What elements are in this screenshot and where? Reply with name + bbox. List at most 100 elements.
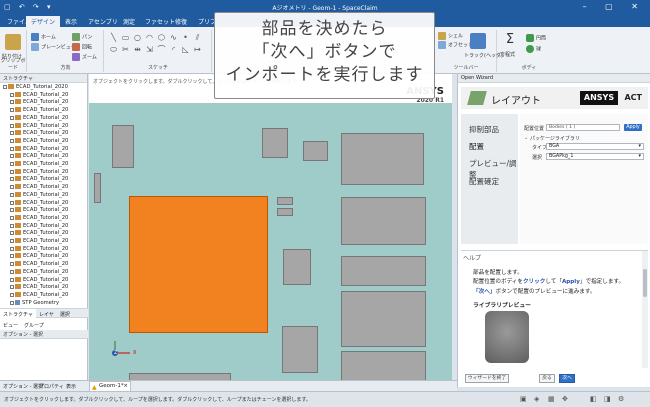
select-mode-icon[interactable]: ▣: [520, 395, 527, 403]
visibility-checkbox[interactable]: [10, 277, 14, 282]
tab-repair[interactable]: 修復: [170, 16, 192, 27]
window-controls[interactable]: – ▢ ✕: [583, 2, 646, 11]
tab-design[interactable]: デザイン: [26, 16, 61, 27]
equation-icon[interactable]: Σ: [503, 33, 517, 47]
tree-item[interactable]: ECAD_Tutorial_20: [10, 99, 68, 106]
equation-button[interactable]: 方程式: [500, 51, 515, 58]
ellipse-tool-icon[interactable]: ⬭: [109, 45, 118, 54]
rotate-button[interactable]: 回転: [72, 43, 92, 51]
component-pad[interactable]: [283, 249, 311, 285]
offset-line-tool-icon[interactable]: ⫽: [193, 33, 202, 42]
component-pad[interactable]: [282, 326, 318, 373]
type-select[interactable]: BGA ▾: [546, 143, 644, 150]
tab-display[interactable]: 表示: [60, 16, 82, 27]
tree-item[interactable]: ECAD_Tutorial_20: [10, 137, 68, 145]
tree-item[interactable]: ECAD_Tutorial_20: [10, 284, 68, 291]
extend-tool-icon[interactable]: ↦: [193, 45, 202, 54]
component-pad[interactable]: [94, 173, 101, 203]
component-pad[interactable]: [341, 133, 424, 185]
component-pad[interactable]: [341, 197, 426, 245]
visibility-checkbox[interactable]: [10, 231, 14, 236]
visibility-checkbox[interactable]: [10, 169, 14, 174]
tree-item[interactable]: ECAD_Tutorial_20: [10, 214, 68, 222]
zoom-button[interactable]: ズーム: [72, 53, 97, 61]
visibility-checkbox[interactable]: [10, 115, 14, 120]
visibility-checkbox[interactable]: [10, 138, 14, 143]
tree-item[interactable]: ECAD_Tutorial_20: [10, 130, 68, 137]
cylinder-button[interactable]: 円筒: [526, 34, 546, 42]
visibility-checkbox[interactable]: [10, 162, 14, 166]
visibility-checkbox[interactable]: [3, 85, 7, 89]
view-cube-icon[interactable]: ◧: [590, 395, 597, 403]
design-canvas[interactable]: Z X: [89, 103, 452, 380]
tree-item[interactable]: ECAD_Tutorial_20: [10, 222, 68, 230]
next-button[interactable]: 次へ: [559, 374, 575, 383]
project-tool-icon[interactable]: ⇲: [145, 45, 154, 54]
shell-button[interactable]: シェル: [438, 32, 463, 40]
tree-item[interactable]: ECAD_Tutorial_20: [10, 107, 68, 114]
panel-tab-structure[interactable]: ストラクチャ: [0, 309, 36, 320]
line-tool-icon[interactable]: ╲: [109, 33, 118, 42]
circle-tool-icon[interactable]: ○: [133, 33, 142, 42]
apply-button[interactable]: Apply: [624, 124, 642, 131]
tree-item[interactable]: ECAD_Tutorial_20: [10, 122, 68, 130]
track-icon[interactable]: [470, 33, 486, 49]
tree-item[interactable]: ECAD_Tutorial_20: [10, 261, 68, 268]
tree-item[interactable]: ECAD_Tutorial_20: [10, 176, 68, 183]
tree-item[interactable]: ECAD_Tutorial_20: [10, 253, 68, 260]
tree-root[interactable]: ECAD_Tutorial_2020: [3, 84, 68, 91]
back-button[interactable]: 戻る: [539, 374, 555, 383]
spline-tool-icon[interactable]: ∿: [169, 33, 178, 42]
visibility-checkbox[interactable]: [10, 262, 14, 267]
panel-tab-layer[interactable]: レイヤ: [36, 309, 57, 320]
component-pad[interactable]: [262, 128, 288, 158]
tree-item[interactable]: ECAD_Tutorial_20: [10, 268, 68, 276]
visibility-checkbox[interactable]: [10, 215, 14, 220]
tree-item[interactable]: ECAD_Tutorial_20: [10, 145, 68, 153]
step-suppress-parts[interactable]: 抑制部品: [469, 124, 499, 135]
close-tab-icon[interactable]: ×: [123, 382, 128, 391]
bottom-tab-display[interactable]: 表示: [66, 383, 76, 390]
visibility-checkbox[interactable]: [10, 223, 14, 228]
visibility-checkbox[interactable]: [10, 300, 14, 305]
step-placement[interactable]: 配置: [469, 141, 484, 152]
chamfer-tool-icon[interactable]: ◺: [181, 45, 190, 54]
visibility-checkbox[interactable]: [10, 100, 14, 105]
component-pad[interactable]: [277, 208, 293, 216]
component-pad[interactable]: [341, 351, 426, 380]
component-pad[interactable]: [303, 141, 328, 161]
visibility-checkbox[interactable]: [10, 146, 14, 151]
visibility-checkbox[interactable]: [10, 285, 14, 290]
visibility-checkbox[interactable]: [10, 154, 14, 159]
home-button[interactable]: ホーム: [31, 33, 56, 41]
arc-tool-icon[interactable]: ◠: [145, 33, 154, 42]
close-wizard-button[interactable]: ウィザードを終了: [465, 374, 509, 383]
visibility-checkbox[interactable]: [10, 254, 14, 259]
visibility-checkbox[interactable]: [10, 131, 14, 136]
tree-item[interactable]: ECAD_Tutorial_20: [10, 153, 68, 160]
tree-item[interactable]: ECAD_Tutorial_20: [10, 114, 68, 122]
tree-item[interactable]: ECAD_Tutorial_20: [10, 161, 68, 168]
component-pad[interactable]: [112, 125, 134, 168]
bend-tool-icon[interactable]: ⌒: [157, 45, 166, 54]
visibility-checkbox[interactable]: [10, 185, 14, 190]
point-tool-icon[interactable]: •: [181, 33, 190, 42]
tree-item[interactable]: ECAD_Tutorial_20: [10, 291, 68, 299]
component-pad[interactable]: [129, 373, 231, 380]
tree-item[interactable]: ECAD_Tutorial_20: [10, 184, 68, 191]
plane-view-button[interactable]: プレーンビュー: [31, 43, 76, 51]
visibility-checkbox[interactable]: [10, 108, 14, 113]
rectangle-tool-icon[interactable]: ▭: [121, 33, 130, 42]
visibility-checkbox[interactable]: [10, 177, 14, 182]
tab-measure[interactable]: 測定: [118, 16, 140, 27]
pan-button[interactable]: パン: [72, 33, 92, 41]
fillet-tool-icon[interactable]: ◜: [169, 45, 178, 54]
visibility-checkbox[interactable]: [10, 92, 14, 97]
offset-button[interactable]: オフセット: [438, 41, 473, 49]
visibility-checkbox[interactable]: [10, 292, 14, 297]
help-scrollbar-thumb[interactable]: [643, 269, 647, 297]
collapse-chevron-icon[interactable]: ⌄: [524, 135, 528, 141]
bottom-tab-properties[interactable]: プロパティ: [39, 383, 64, 390]
tree-item[interactable]: ECAD_Tutorial_20: [10, 245, 68, 253]
visibility-checkbox[interactable]: [10, 269, 14, 274]
